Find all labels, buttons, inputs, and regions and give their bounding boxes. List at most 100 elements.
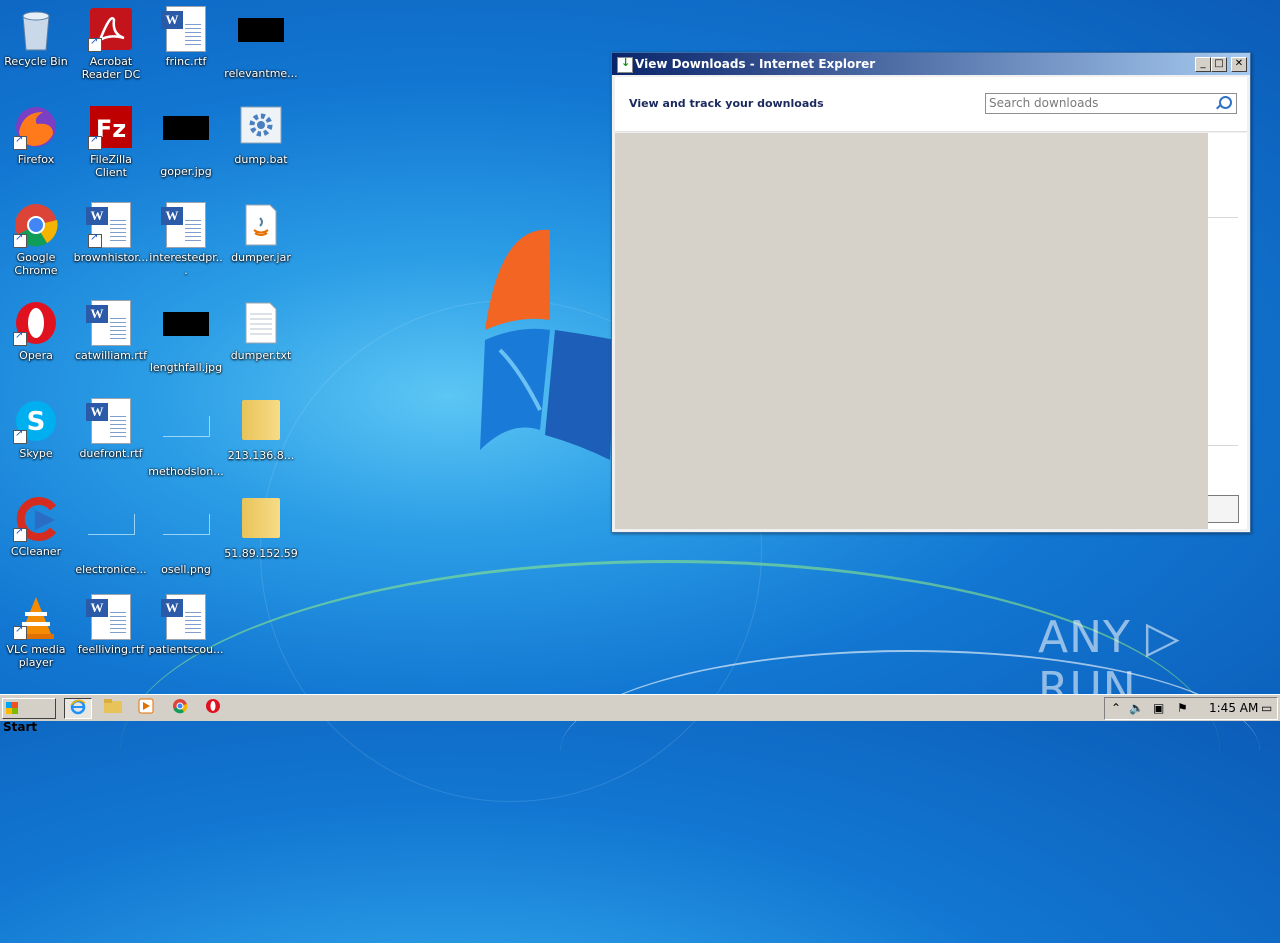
downloads-list[interactable]	[615, 133, 1247, 529]
word-doc-graphic: W	[86, 594, 134, 640]
icon-label: feelliving.rtf	[77, 643, 145, 656]
divider	[1208, 445, 1238, 446]
opera-taskbar-icon[interactable]	[200, 698, 226, 717]
icon-label: relevantme...	[224, 67, 298, 80]
icon-label: CCleaner	[10, 545, 62, 558]
downloads-icon	[617, 56, 633, 73]
file-icon[interactable]: electronice...	[73, 496, 149, 576]
icon-label: 51.89.152.59	[224, 547, 298, 560]
vlc-icon[interactable]: VLC media player	[0, 594, 74, 669]
windows-flag-icon	[6, 702, 18, 714]
icon-label: brownhistor...	[73, 251, 149, 264]
page-title: View and track your downloads	[629, 97, 824, 110]
shortcut-arrow-icon	[88, 232, 102, 248]
rtf-file-icon[interactable]: W duefront.rtf	[73, 398, 149, 460]
rtf-file-icon[interactable]: W brownhistor...	[73, 202, 149, 264]
shortcut-arrow-icon	[88, 134, 102, 150]
shortcut-arrow-icon	[88, 36, 102, 52]
window-title: View Downloads - Internet Explorer	[635, 57, 876, 71]
folder-graphic	[238, 498, 284, 544]
blank-file-graphic	[88, 514, 135, 560]
vlc-graphic	[13, 594, 59, 640]
icon-label: VLC media player	[6, 643, 66, 669]
action-center-flag-icon[interactable]: ⚑	[1177, 701, 1188, 715]
search-input[interactable]	[986, 94, 1211, 111]
txt-file-icon[interactable]: dumper.txt	[223, 300, 299, 362]
ccleaner-graphic	[13, 496, 59, 542]
file-icon[interactable]: methodslon...	[148, 398, 224, 478]
word-doc-graphic: W	[86, 300, 134, 346]
skype-graphic: S	[13, 398, 59, 444]
media-player-taskbar-icon[interactable]	[133, 698, 159, 717]
start-button[interactable]: Start	[2, 698, 56, 734]
icon-label: 213.136.8...	[227, 449, 295, 462]
redacted-thumbnail	[238, 18, 284, 64]
shortcut-arrow-icon	[13, 330, 27, 346]
internet-explorer-taskbar-icon[interactable]	[64, 698, 92, 719]
word-doc-graphic: W	[161, 202, 209, 248]
icon-label: frinc.rtf	[165, 55, 207, 68]
jpg-file-icon[interactable]: lengthfall.jpg	[148, 300, 224, 374]
search-icon[interactable]	[1219, 96, 1232, 109]
filezilla-icon[interactable]: Fz FileZilla Client	[73, 104, 149, 179]
start-label: Start	[3, 720, 38, 734]
file-icon[interactable]: relevantme...	[223, 6, 299, 80]
blank-file-graphic	[163, 416, 210, 462]
icon-label: catwilliam.rtf	[75, 349, 147, 362]
word-doc-graphic: W	[86, 398, 134, 444]
icon-label: Opera	[19, 349, 53, 362]
jar-file-icon[interactable]: dumper.jar	[223, 202, 299, 264]
system-tray: ⌃ 🔈 ▣ ⚑ 1:45 AM ▭	[1104, 697, 1278, 720]
rtf-file-icon[interactable]: W catwilliam.rtf	[73, 300, 149, 362]
text-file-graphic	[238, 300, 284, 346]
png-file-icon[interactable]: osell.png	[148, 496, 224, 576]
downloads-header: View and track your downloads	[615, 77, 1247, 132]
folder-icon[interactable]: 213.136.8...	[223, 398, 299, 462]
rtf-file-icon[interactable]: W interestedpr...	[148, 202, 224, 277]
word-doc-graphic: W	[161, 594, 209, 640]
opera-icon[interactable]: Opera	[0, 300, 74, 362]
ccleaner-icon[interactable]: CCleaner	[0, 496, 74, 558]
jpg-file-icon[interactable]: goper.jpg	[148, 104, 224, 178]
redacted-thumbnail	[163, 312, 209, 358]
icon-label: Google Chrome	[14, 251, 58, 277]
firefox-icon[interactable]: Firefox	[0, 104, 74, 166]
icon-label: interestedpr...	[149, 251, 223, 277]
acrobat-reader-icon[interactable]: Acrobat Reader DC	[73, 6, 149, 81]
folder-icon[interactable]: 51.89.152.59	[223, 496, 299, 560]
firefox-graphic	[13, 104, 59, 150]
action-button[interactable]	[1208, 495, 1239, 523]
network-icon[interactable]: ▣	[1153, 701, 1164, 715]
search-box[interactable]	[985, 93, 1237, 114]
icon-label: dump.bat	[234, 153, 288, 166]
icon-label: goper.jpg	[160, 165, 212, 178]
icon-label: electronice...	[75, 563, 147, 576]
bat-file-icon[interactable]: dump.bat	[223, 104, 299, 166]
volume-icon[interactable]: 🔈	[1129, 701, 1144, 715]
show-hidden-icons-icon[interactable]: ⌃	[1111, 701, 1121, 715]
close-button[interactable]: ✕	[1231, 57, 1247, 72]
maximize-button[interactable]: □	[1211, 57, 1227, 72]
skype-icon[interactable]: S Skype	[0, 398, 74, 460]
recycle-bin-icon[interactable]: Recycle Bin	[0, 6, 74, 68]
icon-label: lengthfall.jpg	[149, 361, 223, 374]
rtf-file-icon[interactable]: W frinc.rtf	[148, 6, 224, 68]
opera-graphic	[13, 300, 59, 346]
chrome-taskbar-icon[interactable]	[167, 698, 193, 717]
windows-explorer-taskbar-icon[interactable]	[100, 698, 126, 717]
word-doc-graphic: W	[161, 6, 209, 52]
show-desktop-icon[interactable]: ▭	[1261, 701, 1272, 715]
word-doc-graphic: W	[86, 202, 134, 248]
view-downloads-window[interactable]: View Downloads - Internet Explorer _ □ ✕…	[611, 52, 1251, 533]
minimize-button[interactable]: _	[1195, 57, 1211, 72]
clock[interactable]: 1:45 AM	[1209, 701, 1258, 715]
chrome-icon[interactable]: Google Chrome	[0, 202, 74, 277]
icon-label: methodslon...	[148, 465, 224, 478]
icon-label: Acrobat Reader DC	[81, 55, 141, 81]
shortcut-arrow-icon	[13, 624, 27, 640]
filezilla-graphic: Fz	[88, 104, 134, 150]
shortcut-arrow-icon	[13, 232, 27, 248]
rtf-file-icon[interactable]: W patientscou...	[148, 594, 224, 656]
window-titlebar[interactable]: View Downloads - Internet Explorer _ □ ✕	[612, 53, 1250, 75]
rtf-file-icon[interactable]: W feelliving.rtf	[73, 594, 149, 656]
